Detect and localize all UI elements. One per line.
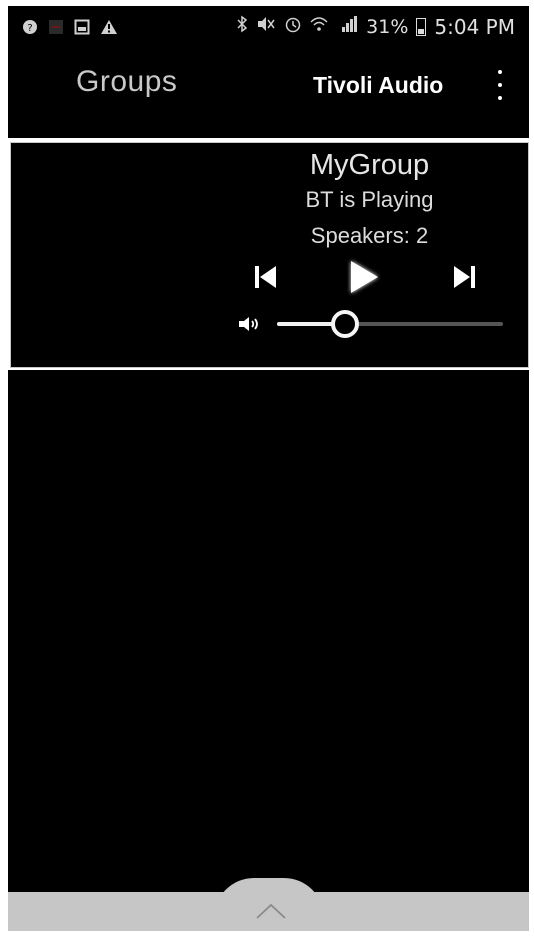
bluetooth-icon: [236, 15, 248, 39]
app-icon: [48, 16, 64, 40]
volume-slider[interactable]: [277, 310, 503, 338]
play-button[interactable]: [347, 258, 381, 300]
app-screen: ? 31% 5:04 PM Groups Tivoli Audio MyGrou…: [0, 0, 534, 937]
battery-percent: 31%: [366, 16, 409, 38]
skip-next-icon: [454, 266, 475, 288]
overflow-menu-icon[interactable]: [493, 70, 507, 100]
groups-list-area: [8, 370, 529, 892]
signal-icon: [336, 15, 358, 39]
menu-dot: [498, 70, 502, 74]
brand-logo: Tivoli Audio: [313, 72, 444, 98]
play-icon: [351, 261, 378, 293]
volume-icon: [237, 315, 261, 337]
status-left-icons: ?: [22, 16, 118, 40]
menu-dot: [498, 83, 502, 87]
skip-previous-icon: [255, 266, 276, 288]
volume-slider-thumb[interactable]: [330, 310, 359, 338]
image-icon: [74, 16, 90, 40]
previous-track-button[interactable]: [254, 264, 278, 294]
menu-dot: [498, 96, 502, 100]
mute-icon: [256, 15, 276, 39]
alarm-icon: [284, 15, 302, 39]
group-name: MyGroup: [309, 149, 430, 181]
status-right-icons: 31% 5:04 PM: [236, 15, 515, 39]
svg-text:?: ?: [27, 23, 32, 34]
wifi-icon: [310, 15, 328, 39]
page-title: Groups: [76, 65, 178, 98]
notification-icon: ?: [22, 16, 38, 40]
group-speakers-count: Speakers: 2: [310, 223, 429, 248]
battery-icon: [416, 18, 427, 36]
group-card[interactable]: MyGroup BT is Playing Speakers: 2: [10, 142, 529, 368]
group-status: BT is Playing: [305, 187, 434, 212]
screen-bottom-edge: [0, 931, 534, 937]
next-track-button[interactable]: [452, 264, 476, 294]
status-bar: ? 31% 5:04 PM: [8, 6, 529, 50]
warning-icon: [100, 16, 118, 40]
app-header: Groups Tivoli Audio: [8, 50, 529, 138]
clock: 5:04 PM: [434, 15, 515, 39]
chevron-up-icon[interactable]: [255, 902, 287, 924]
